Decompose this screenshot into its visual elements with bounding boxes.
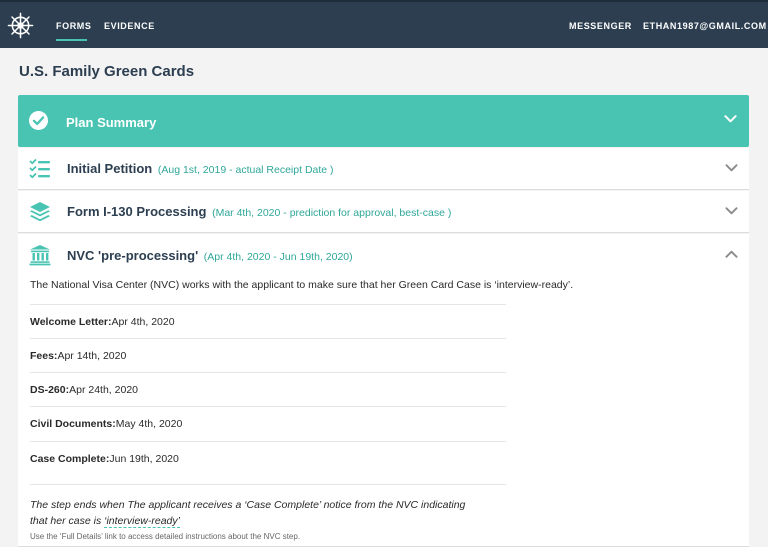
row-title-text: NVC 'pre-processing' [67, 248, 199, 263]
milestone-date: Apr 24th, 2020 [69, 384, 138, 396]
nav-evidence-link[interactable]: EVIDENCE [104, 21, 155, 31]
milestone-ds260: DS-260:Apr 24th, 2020 [30, 372, 506, 407]
layers-icon [30, 202, 50, 222]
check-circle-icon [29, 111, 48, 130]
row-title-text: Form I-130 Processing [67, 204, 207, 219]
step-end-note: The step ends when The applicant receive… [30, 484, 506, 529]
milestone-label: DS-260: [30, 384, 70, 396]
milestone-date: May 4th, 2020 [115, 418, 183, 430]
milestone-fees: Fees:Apr 14th, 2020 [30, 338, 506, 373]
full-details-footnote: Use the ‘Full Details’ link to access de… [30, 532, 301, 541]
milestone-date: Apr 4th, 2020 [111, 316, 175, 328]
nvc-date-range: (Apr 4th, 2020 - Jun 19th, 2020) [203, 251, 353, 263]
milestone-case-complete: Case Complete:Jun 19th, 2020 [30, 441, 506, 476]
interview-ready-link[interactable]: ‘interview-ready’ [104, 515, 180, 528]
initial-petition-date: (Aug 1st, 2019 - actual Receipt Date ) [157, 164, 334, 176]
milestone-date: Jun 19th, 2020 [109, 453, 179, 465]
milestone-label: Welcome Letter: [30, 316, 112, 328]
nvc-pre-processing-section: NVC 'pre-processing' (Apr 4th, 2020 - Ju… [18, 234, 749, 547]
milestone-civil-documents: Civil Documents:May 4th, 2020 [30, 406, 506, 441]
nav-account-email-link[interactable]: ETHAN1987@GMAIL.COM [643, 21, 767, 31]
step-end-text-2: that her case is [30, 515, 105, 527]
milestone-date: Apr 14th, 2020 [57, 350, 127, 362]
nvc-header[interactable]: NVC 'pre-processing' (Apr 4th, 2020 - Ju… [67, 248, 353, 263]
chevron-down-icon[interactable] [725, 206, 738, 216]
nvc-description: The National Visa Center (NVC) works wit… [30, 279, 574, 291]
plan-summary-title: Plan Summary [66, 115, 157, 130]
milestone-label: Fees: [30, 350, 58, 362]
nav-forms-link[interactable]: FORMS [56, 21, 92, 31]
step-end-text: The step ends when The applicant receive… [30, 499, 466, 511]
initial-petition-title: Initial Petition (Aug 1st, 2019 - actual… [67, 161, 334, 176]
nav-messenger-link[interactable]: MESSENGER [569, 21, 632, 31]
chevron-down-icon[interactable] [724, 114, 737, 124]
bank-building-icon [29, 245, 51, 266]
form-i130-processing-row[interactable]: Form I-130 Processing (Mar 4th, 2020 - p… [18, 191, 749, 233]
initial-petition-row[interactable]: Initial Petition (Aug 1st, 2019 - actual… [18, 148, 749, 190]
form-i130-date: (Mar 4th, 2020 - prediction for approval… [212, 207, 452, 219]
checklist-icon [29, 159, 50, 179]
row-title-text: Initial Petition [67, 161, 153, 176]
active-tab-indicator [56, 39, 87, 41]
chevron-up-icon[interactable] [725, 249, 738, 259]
milestone-label: Civil Documents: [30, 418, 116, 430]
chevron-down-icon[interactable] [725, 163, 738, 173]
form-i130-title: Form I-130 Processing (Mar 4th, 2020 - p… [67, 204, 451, 219]
ships-wheel-icon[interactable] [7, 12, 34, 39]
top-nav-bar: FORMS EVIDENCE MESSENGER ETHAN1987@GMAIL… [0, 0, 768, 48]
page-title: U.S. Family Green Cards [19, 63, 195, 80]
milestone-welcome-letter: Welcome Letter:Apr 4th, 2020 [30, 304, 506, 339]
plan-summary-header[interactable]: Plan Summary [18, 95, 749, 147]
milestone-label: Case Complete: [30, 453, 110, 465]
